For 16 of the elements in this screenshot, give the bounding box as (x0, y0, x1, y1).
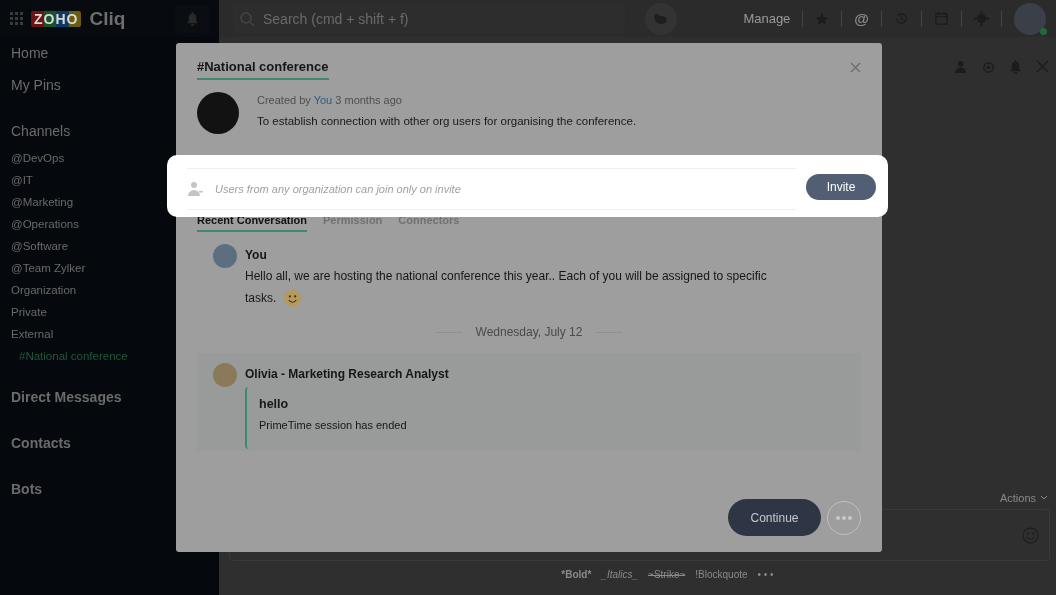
message-text: Hello all, we are hosting the national conference this year.. Each of you will be assigned to specific tasks. (245, 265, 790, 309)
channel-description: To establish connection with other org users for organising the conference. (257, 115, 637, 127)
format-hint: !Blockquote (695, 569, 748, 582)
card-title: hello (259, 397, 290, 411)
created-by-text: Created by You 3 months ago (257, 94, 403, 106)
format-hint: • • • (757, 569, 774, 582)
date-divider: Wednesday, July 12 (475, 325, 583, 339)
dialog-title: #National conference (197, 59, 329, 80)
format-hint: ~Strike~ (648, 569, 686, 582)
app-name: Cliq (89, 7, 126, 30)
card-text: PrimeTime session has ended (259, 419, 408, 431)
sender-name: You (245, 248, 268, 262)
sender-name: Olivia - Marketing Research Analyst (245, 367, 450, 381)
format-hint: _Italics_ (601, 569, 639, 582)
format-hint: *Bold* (561, 569, 592, 582)
logo-mark: ZOHO (31, 10, 82, 27)
